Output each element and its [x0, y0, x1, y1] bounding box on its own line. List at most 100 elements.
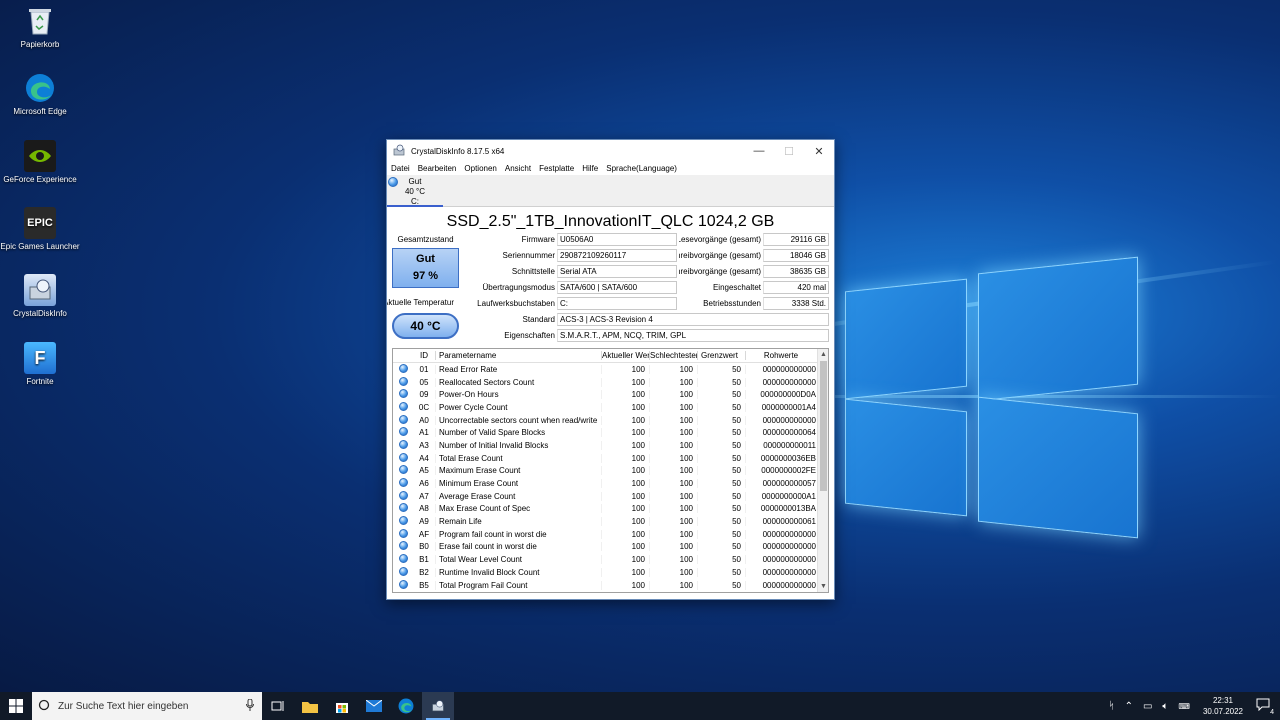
- network-icon[interactable]: ▭: [1143, 701, 1152, 712]
- menu-sprache[interactable]: Sprache(Language): [606, 164, 677, 173]
- scroll-down-icon[interactable]: ▼: [818, 581, 828, 592]
- col-header-id[interactable]: ID: [413, 351, 435, 360]
- menu-datei[interactable]: Datei: [391, 164, 410, 173]
- status-good-icon: [393, 465, 413, 476]
- cell-name: Total Erase Count: [435, 453, 601, 463]
- col-header-threshold[interactable]: Grenzwert: [697, 351, 745, 360]
- table-row[interactable]: B1 Total Wear Level Count 100 100 50 00000000…: [393, 553, 828, 566]
- table-row[interactable]: A7 Average Erase Count 100 100 50 0000000000A…: [393, 489, 828, 503]
- cell-id: A9: [419, 517, 429, 527]
- table-row[interactable]: 09 Power-On Hours 100 100 50 000000000D0A: [393, 388, 828, 402]
- table-row[interactable]: AF Program fail count in worst die 100 100 5…: [393, 528, 828, 541]
- table-row[interactable]: B2 Runtime Invalid Block Count 100 100 50 000…: [393, 566, 828, 579]
- taskbar-store[interactable]: [326, 692, 358, 720]
- start-button[interactable]: [0, 692, 32, 720]
- cell-name: Power Cycle Count: [435, 402, 601, 412]
- desktop-icon-recycle-bin[interactable]: Papierkorb: [0, 5, 80, 49]
- scroll-thumb[interactable]: [820, 361, 827, 491]
- cell-current: 100: [601, 364, 649, 374]
- table-row[interactable]: B5 Total Program Fail Count 100 100 50 000000…: [393, 579, 828, 592]
- col-header-current[interactable]: Aktueller Wert: [601, 351, 649, 360]
- col-header-name[interactable]: Parametername: [435, 351, 601, 360]
- table-row[interactable]: A4 Total Erase Count 100 100 50 0000000036EB: [393, 452, 828, 465]
- table-row[interactable]: A3 Number of Initial Invalid Blocks 100 100…: [393, 439, 828, 452]
- col-header-raw[interactable]: Rohwerte: [745, 351, 818, 360]
- cell-current: 100: [601, 529, 649, 539]
- cell-threshold: 50: [697, 453, 745, 463]
- taskbar-crystaldiskinfo[interactable]: [422, 692, 454, 720]
- taskbar-explorer[interactable]: [294, 692, 326, 720]
- cell-raw: 000000000057: [745, 479, 818, 489]
- show-hidden-icons-icon[interactable]: ⌃: [1125, 701, 1133, 712]
- menu-festplatte[interactable]: Festplatte: [539, 164, 574, 173]
- cell-threshold: 50: [697, 580, 745, 590]
- standard-field: ACS-3 | ACS-3 Revision 4: [557, 313, 829, 326]
- volume-icon[interactable]: 🔈︎: [1162, 701, 1168, 712]
- maximize-button[interactable]: ☐: [774, 140, 804, 162]
- desktop-icon-fortnite[interactable]: F Fortnite: [0, 342, 80, 386]
- notification-center-icon[interactable]: 4: [1256, 698, 1274, 716]
- menu-ansicht[interactable]: Ansicht: [505, 164, 531, 173]
- cell-id: A5: [419, 466, 429, 476]
- cell-worst: 100: [649, 567, 697, 577]
- table-scrollbar[interactable]: ▲ ▼: [817, 349, 828, 592]
- cell-id: B0: [419, 542, 429, 552]
- cell-threshold: 50: [697, 440, 745, 450]
- table-row[interactable]: A8 Max Erase Count of Spec 100 100 50 0000000…: [393, 503, 828, 516]
- table-row[interactable]: A5 Maximum Erase Count 100 100 50 0000000002F…: [393, 464, 828, 478]
- drive-bar: Gut 40 °C C:: [387, 175, 834, 207]
- table-row[interactable]: A0 Uncorrectable sectors count when read/…: [393, 413, 828, 427]
- menu-hilfe[interactable]: Hilfe: [582, 164, 598, 173]
- cell-name: Read Error Rate: [435, 364, 601, 374]
- cell-id: A3: [419, 440, 429, 450]
- desktop-icon-edge[interactable]: Microsoft Edge: [0, 72, 80, 116]
- desktop-icon-label: Microsoft Edge: [13, 107, 67, 116]
- drive-letters-field: C:: [557, 297, 677, 310]
- host-writes-label: Host-Schreibvorgänge (gesamt): [679, 251, 761, 260]
- desktop-icon-crystaldiskinfo[interactable]: CrystalDiskInfo: [0, 274, 80, 318]
- user-activity-icon[interactable]: ᛋ: [1109, 701, 1115, 712]
- cell-id: A0: [419, 415, 429, 425]
- cell-worst: 100: [649, 504, 697, 514]
- task-view-icon: [271, 701, 284, 711]
- features-label: Eigenschaften: [504, 331, 555, 340]
- table-row[interactable]: A9 Remain Life 100 100 50 000000000061: [393, 515, 828, 528]
- table-row[interactable]: B0 Erase fail count in worst die 100 100 50 0…: [393, 540, 828, 554]
- input-indicator-icon[interactable]: ⌨: [1178, 702, 1190, 711]
- close-button[interactable]: ✕: [804, 140, 834, 162]
- table-row[interactable]: 0C Power Cycle Count 100 100 50 0000000001A4: [393, 401, 828, 414]
- cell-current: 100: [601, 402, 649, 412]
- desktop-icon-geforce[interactable]: GeForce Experience: [0, 140, 80, 184]
- microphone-icon[interactable]: [246, 698, 254, 714]
- cell-id: A1: [419, 428, 429, 438]
- serial-label: Seriennummer: [502, 251, 555, 260]
- minimize-button[interactable]: —: [744, 140, 774, 162]
- drive-tab-c[interactable]: Gut 40 °C C:: [387, 175, 443, 207]
- temperature-label: Aktuelle Temperatur: [387, 298, 454, 307]
- cell-id: B5: [419, 580, 429, 590]
- cell-raw: 000000000000: [745, 377, 818, 387]
- firmware-field: U0506A0: [557, 233, 677, 246]
- table-row[interactable]: A6 Minimum Erase Count 100 100 50 00000000005…: [393, 477, 828, 490]
- task-view-button[interactable]: [262, 692, 294, 720]
- cell-threshold: 50: [697, 466, 745, 476]
- cell-threshold: 50: [697, 390, 745, 400]
- desktop-icon-label: Fortnite: [26, 377, 54, 386]
- taskbar-search[interactable]: Zur Suche Text hier eingeben: [32, 692, 262, 720]
- desktop-icon-epic[interactable]: EPIC Epic Games Launcher: [0, 207, 80, 251]
- taskbar-edge[interactable]: [390, 692, 422, 720]
- cell-name: Maximum Erase Count: [435, 466, 601, 476]
- clock[interactable]: 22:31 30.07.2022: [1203, 695, 1243, 717]
- title-bar[interactable]: CrystalDiskInfo 8.17.5 x64 — ☐ ✕: [387, 140, 834, 162]
- smart-table[interactable]: ID Parametername Aktueller Wert Schlecht…: [392, 348, 829, 593]
- taskbar-mail[interactable]: [358, 692, 390, 720]
- table-row[interactable]: A1 Number of Valid Spare Blocks 100 100 50 00…: [393, 426, 828, 439]
- status-good-icon: [393, 427, 413, 438]
- table-row[interactable]: 01 Read Error Rate 100 100 50 000000000000: [393, 363, 828, 376]
- col-header-worst[interactable]: Schlechtester Wert: [649, 351, 697, 360]
- menu-bearbeiten[interactable]: Bearbeiten: [418, 164, 457, 173]
- scroll-up-icon[interactable]: ▲: [818, 349, 828, 360]
- table-row[interactable]: 05 Reallocated Sectors Count 100 100 50 00000…: [393, 376, 828, 389]
- menu-optionen[interactable]: Optionen: [464, 164, 496, 173]
- cell-raw: 000000000000: [745, 555, 818, 565]
